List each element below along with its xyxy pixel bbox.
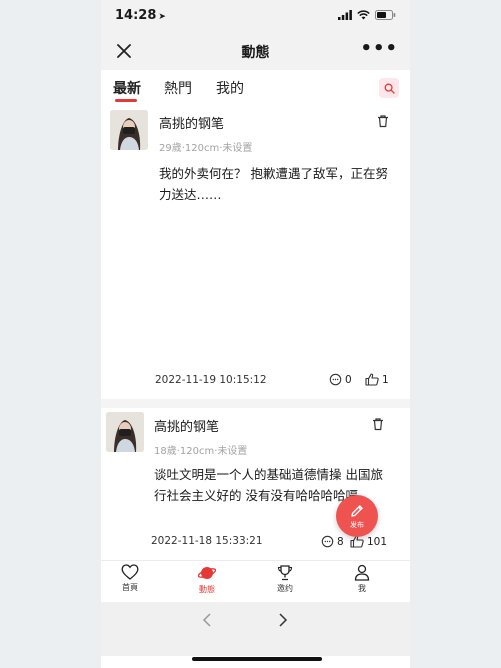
tab-mine[interactable]: 我的 (216, 78, 244, 98)
nav-label: 邀约 (277, 584, 293, 593)
comment-icon (321, 535, 334, 548)
comment-button[interactable]: 8 (321, 535, 344, 548)
publish-label: 发布 (350, 520, 364, 529)
chevron-left-icon (202, 613, 211, 627)
like-count: 101 (367, 535, 388, 548)
divider (101, 399, 410, 408)
search-button[interactable] (379, 78, 399, 98)
like-count: 1 (382, 373, 389, 386)
nav-label: 我 (358, 584, 366, 593)
trash-icon[interactable] (376, 114, 390, 128)
thumbs-up-icon (365, 373, 379, 386)
browser-toolbar (101, 602, 410, 656)
tab-popular[interactable]: 熱門 (164, 78, 192, 98)
person-icon (354, 564, 370, 581)
publish-button[interactable]: 发布 (336, 495, 378, 537)
tab-latest[interactable]: 最新 (113, 78, 141, 98)
status-time: 14:28 ➤ (115, 8, 166, 23)
comment-icon (329, 373, 342, 386)
post-content: 我的外卖何在？ 抱歉遭遇了敌军，正在努力送达…… (159, 166, 388, 202)
tab-bar: 最新 熱門 我的 (101, 70, 410, 104)
back-button[interactable] (201, 612, 213, 633)
comment-button[interactable]: 0 (329, 373, 352, 386)
post-username[interactable]: 高挑的钢笔 (159, 113, 224, 132)
status-bar: 14:28 ➤ (101, 0, 410, 34)
like-button[interactable]: 1 (365, 373, 389, 386)
avatar-photo (106, 412, 144, 452)
heart-icon (121, 564, 139, 580)
nav-item-me[interactable]: 我 (337, 564, 387, 594)
nav-item-feed[interactable]: 動態 (182, 564, 232, 595)
post-timestamp: 2022-11-18 15:33:21 (151, 535, 263, 547)
comment-count: 0 (345, 373, 352, 386)
nav-label: 首頁 (122, 583, 138, 592)
planet-icon (198, 567, 216, 579)
chevron-right-icon (279, 613, 288, 627)
home-indicator (192, 657, 322, 661)
forward-button[interactable] (277, 612, 289, 633)
search-icon (384, 83, 395, 94)
post-user-meta: 29歲·120cm·未设置 (159, 143, 253, 154)
trophy-icon (277, 565, 293, 581)
post-username[interactable]: 高挑的钢笔 (154, 416, 219, 435)
location-arrow-icon: ➤ (158, 12, 166, 22)
navbar: 動態 ••• (101, 34, 410, 70)
nav-label: 動態 (199, 585, 215, 594)
bottom-nav: 首頁 動態 邀约 我 (101, 560, 410, 603)
post-timestamp: 2022-11-19 10:15:12 (155, 374, 267, 386)
comment-count: 8 (337, 535, 344, 548)
signal-icon (338, 10, 352, 20)
active-tab-indicator (115, 99, 137, 102)
status-icons (338, 10, 396, 20)
wifi-icon (357, 10, 370, 20)
phone-screen: 14:28 ➤ 動態 ••• 最新 熱門 我的 高挑的钢笔 29歲·120cm·… (101, 0, 410, 668)
avatar[interactable] (106, 412, 144, 452)
post-card: 高挑的钢笔 18歲·120cm·未设置 谈吐文明是一个人的基础道德情操 出国旅行… (101, 408, 410, 560)
avatar[interactable] (110, 110, 148, 150)
nav-item-home[interactable]: 首頁 (105, 564, 155, 593)
more-options-button[interactable]: ••• (360, 38, 398, 59)
trash-icon[interactable] (371, 417, 385, 431)
post-card: 高挑的钢笔 29歲·120cm·未设置 我的外卖何在？ 抱歉遭遇了敌军，正在努力… (101, 104, 410, 400)
post-user-meta: 18歲·120cm·未设置 (154, 446, 248, 457)
avatar-photo (110, 110, 148, 150)
pencil-icon (351, 504, 363, 517)
nav-item-invite[interactable]: 邀约 (260, 564, 310, 594)
battery-icon (375, 10, 396, 20)
